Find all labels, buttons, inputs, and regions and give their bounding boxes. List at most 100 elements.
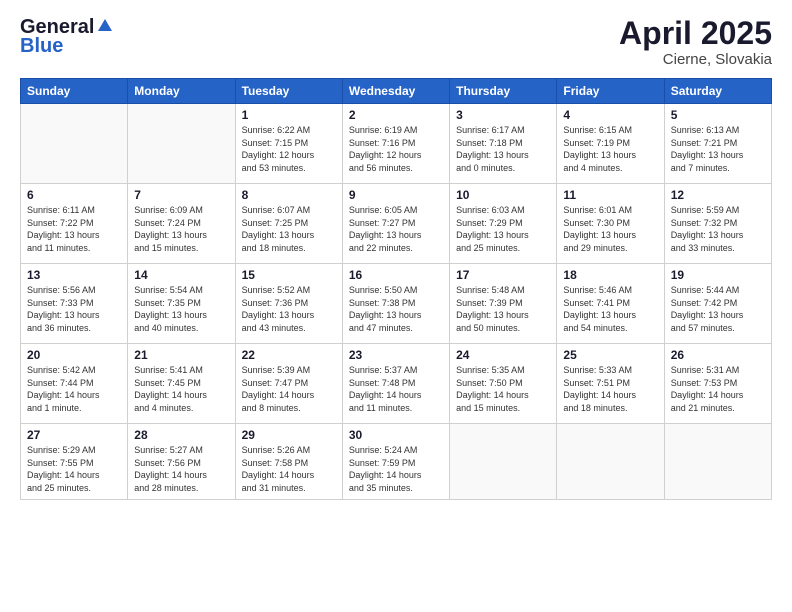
weekday-friday: Friday bbox=[557, 79, 664, 104]
day-number: 25 bbox=[563, 348, 657, 362]
calendar-cell bbox=[450, 424, 557, 500]
day-number: 14 bbox=[134, 268, 228, 282]
calendar-cell: 23 Sunrise: 5:37 AM Sunset: 7:48 PM Dayli… bbox=[342, 344, 449, 424]
day-info: Sunrise: 5:39 AM Sunset: 7:47 PM Dayligh… bbox=[242, 364, 336, 414]
logo-text: General Blue bbox=[20, 16, 114, 58]
day-info: Sunrise: 6:15 AM Sunset: 7:19 PM Dayligh… bbox=[563, 124, 657, 174]
calendar-cell: 11 Sunrise: 6:01 AM Sunset: 7:30 PM Dayli… bbox=[557, 184, 664, 264]
day-info: Sunrise: 5:41 AM Sunset: 7:45 PM Dayligh… bbox=[134, 364, 228, 414]
calendar-cell: 5 Sunrise: 6:13 AM Sunset: 7:21 PM Daylig… bbox=[664, 104, 771, 184]
day-number: 26 bbox=[671, 348, 765, 362]
day-info: Sunrise: 6:09 AM Sunset: 7:24 PM Dayligh… bbox=[134, 204, 228, 254]
day-number: 1 bbox=[242, 108, 336, 122]
day-number: 4 bbox=[563, 108, 657, 122]
calendar-cell: 4 Sunrise: 6:15 AM Sunset: 7:19 PM Daylig… bbox=[557, 104, 664, 184]
day-number: 30 bbox=[349, 428, 443, 442]
day-info: Sunrise: 5:24 AM Sunset: 7:59 PM Dayligh… bbox=[349, 444, 443, 494]
day-number: 21 bbox=[134, 348, 228, 362]
calendar-cell: 25 Sunrise: 5:33 AM Sunset: 7:51 PM Dayli… bbox=[557, 344, 664, 424]
weekday-wednesday: Wednesday bbox=[342, 79, 449, 104]
weekday-monday: Monday bbox=[128, 79, 235, 104]
day-info: Sunrise: 5:46 AM Sunset: 7:41 PM Dayligh… bbox=[563, 284, 657, 334]
day-number: 15 bbox=[242, 268, 336, 282]
day-number: 17 bbox=[456, 268, 550, 282]
calendar-cell: 7Sunrise: 6:09 AM Sunset: 7:24 PM Daylig… bbox=[128, 184, 235, 264]
day-info: Sunrise: 6:11 AM Sunset: 7:22 PM Dayligh… bbox=[27, 204, 121, 254]
weekday-saturday: Saturday bbox=[664, 79, 771, 104]
day-number: 5 bbox=[671, 108, 765, 122]
weekday-sunday: Sunday bbox=[21, 79, 128, 104]
calendar-cell: 29 Sunrise: 5:26 AM Sunset: 7:58 PM Dayli… bbox=[235, 424, 342, 500]
location: Cierne, Slovakia bbox=[619, 51, 772, 68]
day-number: 22 bbox=[242, 348, 336, 362]
day-number: 12 bbox=[671, 188, 765, 202]
calendar-cell: 8 Sunrise: 6:07 AM Sunset: 7:25 PM Daylig… bbox=[235, 184, 342, 264]
day-info: Sunrise: 5:50 AM Sunset: 7:38 PM Dayligh… bbox=[349, 284, 443, 334]
calendar-cell: 21 Sunrise: 5:41 AM Sunset: 7:45 PM Dayli… bbox=[128, 344, 235, 424]
calendar-cell: 22 Sunrise: 5:39 AM Sunset: 7:47 PM Dayli… bbox=[235, 344, 342, 424]
calendar-cell: 27Sunrise: 5:29 AM Sunset: 7:55 PM Dayli… bbox=[21, 424, 128, 500]
day-info: Sunrise: 6:19 AM Sunset: 7:16 PM Dayligh… bbox=[349, 124, 443, 174]
calendar-cell bbox=[21, 104, 128, 184]
day-info: Sunrise: 5:37 AM Sunset: 7:48 PM Dayligh… bbox=[349, 364, 443, 414]
day-number: 2 bbox=[349, 108, 443, 122]
day-info: Sunrise: 6:17 AM Sunset: 7:18 PM Dayligh… bbox=[456, 124, 550, 174]
month-title: April 2025 bbox=[619, 16, 772, 51]
calendar-cell: 18 Sunrise: 5:46 AM Sunset: 7:41 PM Dayli… bbox=[557, 264, 664, 344]
day-number: 6 bbox=[27, 188, 121, 202]
weekday-tuesday: Tuesday bbox=[235, 79, 342, 104]
day-info: Sunrise: 6:13 AM Sunset: 7:21 PM Dayligh… bbox=[671, 124, 765, 174]
logo: General Blue bbox=[20, 16, 114, 58]
day-info: Sunrise: 6:07 AM Sunset: 7:25 PM Dayligh… bbox=[242, 204, 336, 254]
calendar-cell: 19 Sunrise: 5:44 AM Sunset: 7:42 PM Dayli… bbox=[664, 264, 771, 344]
day-number: 29 bbox=[242, 428, 336, 442]
day-number: 16 bbox=[349, 268, 443, 282]
day-info: Sunrise: 6:03 AM Sunset: 7:29 PM Dayligh… bbox=[456, 204, 550, 254]
day-info: Sunrise: 6:22 AM Sunset: 7:15 PM Dayligh… bbox=[242, 124, 336, 174]
day-number: 10 bbox=[456, 188, 550, 202]
title-block: April 2025 Cierne, Slovakia bbox=[619, 16, 772, 68]
day-number: 27 bbox=[27, 428, 121, 442]
weekday-row: SundayMondayTuesdayWednesdayThursdayFrid… bbox=[21, 79, 772, 104]
day-info: Sunrise: 6:01 AM Sunset: 7:30 PM Dayligh… bbox=[563, 204, 657, 254]
day-info: Sunrise: 5:54 AM Sunset: 7:35 PM Dayligh… bbox=[134, 284, 228, 334]
day-info: Sunrise: 5:52 AM Sunset: 7:36 PM Dayligh… bbox=[242, 284, 336, 334]
calendar-cell: 10 Sunrise: 6:03 AM Sunset: 7:29 PM Dayli… bbox=[450, 184, 557, 264]
day-number: 11 bbox=[563, 188, 657, 202]
day-number: 24 bbox=[456, 348, 550, 362]
day-info: Sunrise: 5:56 AM Sunset: 7:33 PM Dayligh… bbox=[27, 284, 121, 334]
day-info: Sunrise: 5:59 AM Sunset: 7:32 PM Dayligh… bbox=[671, 204, 765, 254]
calendar-cell: 30 Sunrise: 5:24 AM Sunset: 7:59 PM Dayli… bbox=[342, 424, 449, 500]
calendar-cell bbox=[664, 424, 771, 500]
calendar-cell bbox=[557, 424, 664, 500]
calendar-table: SundayMondayTuesdayWednesdayThursdayFrid… bbox=[20, 78, 772, 500]
day-info: Sunrise: 5:44 AM Sunset: 7:42 PM Dayligh… bbox=[671, 284, 765, 334]
day-number: 9 bbox=[349, 188, 443, 202]
calendar-header: SundayMondayTuesdayWednesdayThursdayFrid… bbox=[21, 79, 772, 104]
day-number: 18 bbox=[563, 268, 657, 282]
day-number: 23 bbox=[349, 348, 443, 362]
week-row-4: 20Sunrise: 5:42 AM Sunset: 7:44 PM Dayli… bbox=[21, 344, 772, 424]
day-info: Sunrise: 5:33 AM Sunset: 7:51 PM Dayligh… bbox=[563, 364, 657, 414]
day-number: 19 bbox=[671, 268, 765, 282]
calendar-cell: 1 Sunrise: 6:22 AM Sunset: 7:15 PM Daylig… bbox=[235, 104, 342, 184]
calendar-cell: 14 Sunrise: 5:54 AM Sunset: 7:35 PM Dayli… bbox=[128, 264, 235, 344]
calendar-cell: 24Sunrise: 5:35 AM Sunset: 7:50 PM Dayli… bbox=[450, 344, 557, 424]
day-number: 8 bbox=[242, 188, 336, 202]
week-row-2: 6 Sunrise: 6:11 AM Sunset: 7:22 PM Daylig… bbox=[21, 184, 772, 264]
calendar-cell: 16 Sunrise: 5:50 AM Sunset: 7:38 PM Dayli… bbox=[342, 264, 449, 344]
day-info: Sunrise: 5:27 AM Sunset: 7:56 PM Dayligh… bbox=[134, 444, 228, 494]
day-number: 3 bbox=[456, 108, 550, 122]
calendar-cell: 15 Sunrise: 5:52 AM Sunset: 7:36 PM Dayli… bbox=[235, 264, 342, 344]
header: General Blue April 2025 Cierne, Slovakia bbox=[20, 16, 772, 68]
calendar-cell: 26 Sunrise: 5:31 AM Sunset: 7:53 PM Dayli… bbox=[664, 344, 771, 424]
calendar-cell: 17 Sunrise: 5:48 AM Sunset: 7:39 PM Dayli… bbox=[450, 264, 557, 344]
day-info: Sunrise: 5:48 AM Sunset: 7:39 PM Dayligh… bbox=[456, 284, 550, 334]
calendar-cell: 2 Sunrise: 6:19 AM Sunset: 7:16 PM Daylig… bbox=[342, 104, 449, 184]
logo-icon bbox=[96, 17, 114, 35]
week-row-1: 1 Sunrise: 6:22 AM Sunset: 7:15 PM Daylig… bbox=[21, 104, 772, 184]
calendar-cell: 6 Sunrise: 6:11 AM Sunset: 7:22 PM Daylig… bbox=[21, 184, 128, 264]
day-info: Sunrise: 5:26 AM Sunset: 7:58 PM Dayligh… bbox=[242, 444, 336, 494]
calendar-cell: 12 Sunrise: 5:59 AM Sunset: 7:32 PM Dayli… bbox=[664, 184, 771, 264]
day-info: Sunrise: 5:31 AM Sunset: 7:53 PM Dayligh… bbox=[671, 364, 765, 414]
